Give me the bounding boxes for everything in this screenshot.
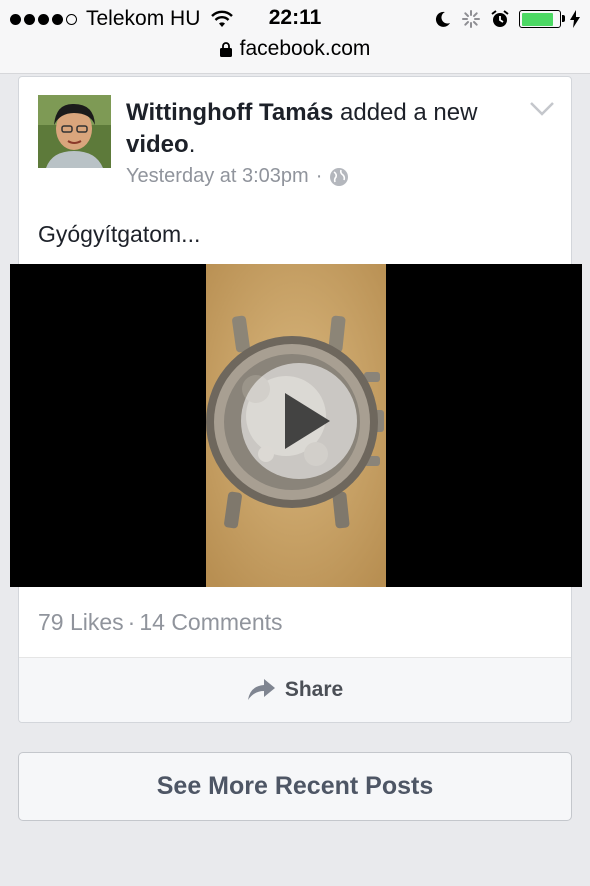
see-more-posts-button[interactable]: See More Recent Posts [18,752,572,821]
top-bar: Telekom HU 22:11 facebook.com [0,0,590,74]
lock-icon [219,41,232,57]
charging-bolt-icon [570,10,580,28]
likes-count-link[interactable]: 79 Likes [38,609,124,635]
post-action-text: added a new [340,99,478,126]
post-header: Wittinghoff Tamás added a new video. [126,97,526,161]
battery-indicator [519,10,565,28]
post-timestamp-link[interactable]: Yesterday at 3:03pm [126,165,309,188]
address-bar[interactable]: facebook.com [0,37,590,61]
share-label: Share [284,678,344,701]
chevron-down-icon[interactable] [529,101,555,117]
counts-separator: · [127,609,136,635]
url-text: facebook.com [239,37,371,60]
post-card: Wittinghoff Tamás added a new video. Yes… [10,76,582,723]
battery-fill [521,12,553,26]
globe-icon [330,167,349,186]
moon-icon [435,11,450,27]
play-icon[interactable] [238,360,360,482]
share-arrow-icon [247,679,275,700]
activity-spinner-icon [462,10,480,28]
alarm-icon [491,10,509,27]
avatar-image [38,95,111,168]
video-player[interactable] [10,264,582,587]
post-text: Gyógyítgatom... [38,221,201,247]
status-right [434,6,580,32]
post-header-punctuation: . [188,131,196,158]
author-avatar[interactable] [38,95,111,168]
author-name-link[interactable]: Wittinghoff Tamás [126,99,333,126]
reaction-counts: 79 Likes · 14 Comments [38,609,283,636]
post-object-link[interactable]: video [126,131,189,158]
post-meta: Yesterday at 3:03pm · [126,165,349,188]
comments-count-link[interactable]: 14 Comments [139,609,282,635]
meta-separator: · [315,165,323,187]
share-button[interactable]: Share [19,658,571,722]
